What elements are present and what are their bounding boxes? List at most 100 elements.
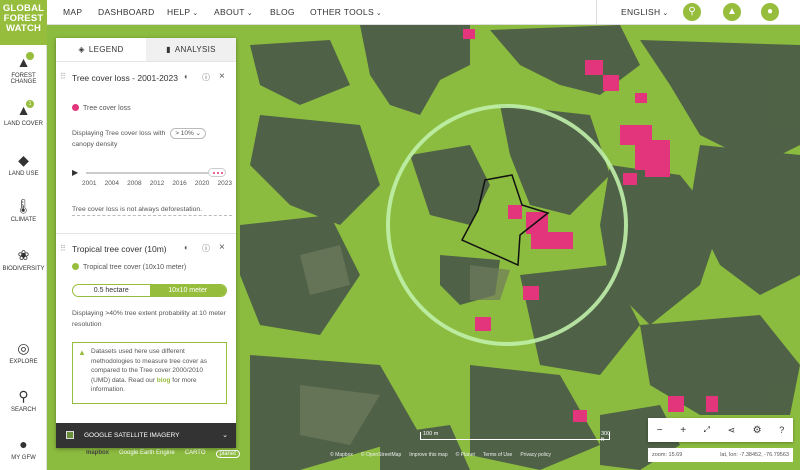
close-icon[interactable]: × (219, 242, 225, 253)
search-icon: ⚲ (688, 6, 696, 17)
basemap-selector[interactable]: GOOGLE SATELLITE IMAGERY ⌄ (56, 423, 236, 448)
toggle-option-hectare[interactable]: 0.5 hectare (73, 285, 150, 296)
layers-icon: ◈ (78, 45, 85, 54)
tree-icon: ▲ (16, 54, 31, 70)
sidebar-item-label: Land use (8, 171, 39, 177)
credit-link[interactable]: © Mapbox (330, 452, 353, 458)
info-icon[interactable]: ⓘ (202, 72, 210, 83)
help-icon[interactable]: ? (779, 425, 784, 435)
carto-logo[interactable]: CARTO (185, 450, 206, 458)
opacity-icon[interactable]: ◐ (184, 72, 189, 81)
sidebar-item-forest-change[interactable]: ▲ Forest change (0, 52, 47, 85)
sidebar-item-explore[interactable]: ◎ Explore (0, 340, 47, 365)
nav-about[interactable]: ABOUT ⌄ (214, 0, 253, 25)
legend-panel: ◈ LEGEND ▮ ANALYSIS ⠿ Tree cover loss - 20… (56, 38, 236, 448)
share-icon[interactable]: ⋖ (728, 425, 736, 436)
settings-icon[interactable]: ⚙ (753, 425, 762, 436)
legend-item: Tropical tree cover (10x10 meter) (72, 263, 186, 271)
sidebar-item-label: Climate (10, 217, 37, 223)
zoom-out-icon[interactable]: − (657, 425, 663, 436)
resolution-toggle[interactable]: 0.5 hectare 10x10 meter (72, 284, 227, 297)
user-icon: ● (19, 436, 28, 452)
sidebar-item-land-use[interactable]: ◆ Land use (0, 152, 47, 177)
compass-icon: ◎ (17, 340, 30, 356)
search-button[interactable]: ⚲ (683, 3, 701, 21)
chevron-down-icon: ⌄ (662, 10, 669, 17)
timeline: ▶ 2001 2004 2008 2012 2016 2020 2023 (72, 168, 232, 188)
sidebar-item-land-cover[interactable]: ▲ Land cover 1 (0, 100, 47, 127)
drag-handle-icon[interactable]: ⠿ (60, 72, 66, 81)
planet-logo[interactable]: planet (215, 450, 240, 458)
layer-description: Displaying >40% tree extent probability … (72, 310, 226, 328)
sidebar-badge: 1 (26, 100, 34, 108)
tab-analysis[interactable]: ▮ ANALYSIS (146, 38, 236, 61)
map-scale: 100 m 300 ft (420, 431, 610, 443)
credit-link[interactable]: Terms of Use (483, 452, 512, 458)
deforestation-note[interactable]: Tree cover loss is not always deforestat… (72, 204, 232, 216)
language-selector[interactable]: ENGLISH ⌄ (621, 0, 669, 25)
sidebar-item-label: Search (10, 407, 36, 413)
tab-legend[interactable]: ◈ LEGEND (56, 38, 146, 61)
gee-logo[interactable]: Google Earth Engine (119, 450, 175, 458)
chevron-down-icon: ⌄ (222, 432, 228, 439)
thermometer-icon: 🌡︎ (14, 198, 33, 214)
nav-map[interactable]: MAP (63, 0, 82, 25)
paw-icon: ❀ (17, 247, 30, 263)
map-controls: − + ⤢ ⋖ ⚙ ? (648, 418, 793, 442)
logo-line: WATCH (5, 23, 42, 34)
panel-tabs: ◈ LEGEND ▮ ANALYSIS (56, 38, 236, 62)
dataset-notice: ▲ Datasets used here use different metho… (72, 342, 227, 404)
sidebar-item-biodiversity[interactable]: ❀ Biodiversity (0, 247, 47, 272)
nav-blog[interactable]: BLOG (270, 0, 295, 25)
gfw-logo[interactable]: GLOBAL FOREST WATCH (0, 0, 47, 45)
map-attribution: mapbox Google Earth Engine CARTO planet (86, 450, 240, 458)
credit-link[interactable]: Improve this map (409, 452, 447, 458)
legend-swatch (72, 263, 79, 270)
credit-link[interactable]: © Planet (456, 452, 475, 458)
account-button[interactable]: ● (761, 3, 779, 21)
close-icon[interactable]: × (219, 71, 225, 82)
play-icon[interactable]: ▶ (72, 168, 78, 177)
opacity-icon[interactable]: ◐ (184, 243, 189, 252)
legend-swatch (72, 104, 79, 111)
chevron-down-icon: ⌄ (246, 10, 253, 17)
sidebar-item-label: Land cover (3, 121, 43, 127)
layer-description: Displaying Tree cover loss with > 10% ⌄ … (72, 128, 232, 150)
drag-handle-icon[interactable]: ⠿ (60, 244, 66, 253)
sidebar-item-label: Explore (9, 359, 38, 365)
nav-dashboard[interactable]: DASHBOARD (98, 0, 155, 25)
layers-icon: ◆ (18, 152, 29, 168)
nav-other-tools[interactable]: OTHER TOOLS ⌄ (310, 0, 382, 25)
timeline-handle[interactable] (208, 168, 226, 177)
map-credits: © Mapbox © OpenStreetMap Improve this ma… (330, 452, 551, 458)
sidebar-item-search[interactable]: ⚲ Search (0, 388, 47, 413)
sidebar-item-climate[interactable]: 🌡︎ Climate (0, 198, 47, 223)
canopy-density-selector[interactable]: > 10% ⌄ (170, 128, 207, 139)
sidebar-item-label: My GFW (11, 455, 36, 461)
tree-icon: ▲ (16, 102, 31, 118)
sidebar-item-my-gfw[interactable]: ● My GFW (0, 436, 47, 461)
blog-link[interactable]: blog (157, 377, 171, 384)
fullscreen-icon[interactable]: ⤢ (704, 425, 710, 435)
basemap-thumbnail (66, 431, 74, 439)
toggle-option-meter[interactable]: 10x10 meter (149, 285, 226, 296)
zoom-level: zoom: 15.69 (652, 452, 683, 458)
sidebar-item-label: Forest change (10, 73, 37, 85)
timeline-track[interactable] (86, 172, 226, 174)
chevron-down-icon: ⌄ (375, 10, 383, 17)
info-icon[interactable]: ⓘ (202, 243, 210, 254)
warning-icon: ▲ (78, 348, 86, 357)
nav-help[interactable]: HELP ⌄ (167, 0, 199, 25)
lat-lon: lat, lon: -7.38452, -76.79563 (720, 452, 789, 458)
nav-divider (596, 0, 597, 25)
mapbox-logo[interactable]: mapbox (86, 450, 109, 458)
credit-link[interactable]: © OpenStreetMap (361, 452, 401, 458)
notifications-button[interactable]: ▲ (723, 3, 741, 21)
top-nav: MAP DASHBOARD HELP ⌄ ABOUT ⌄ BLOG OTHER TO… (47, 0, 800, 25)
map-coordinates: zoom: 15.69 lat, lon: -7.38452, -76.7956… (648, 448, 793, 462)
zoom-in-icon[interactable]: + (680, 425, 686, 436)
chevron-down-icon: ⌄ (192, 10, 199, 17)
credit-link[interactable]: Privacy policy (520, 452, 551, 458)
sidebar-badge (26, 52, 34, 60)
scale-label: 100 m (423, 431, 439, 437)
